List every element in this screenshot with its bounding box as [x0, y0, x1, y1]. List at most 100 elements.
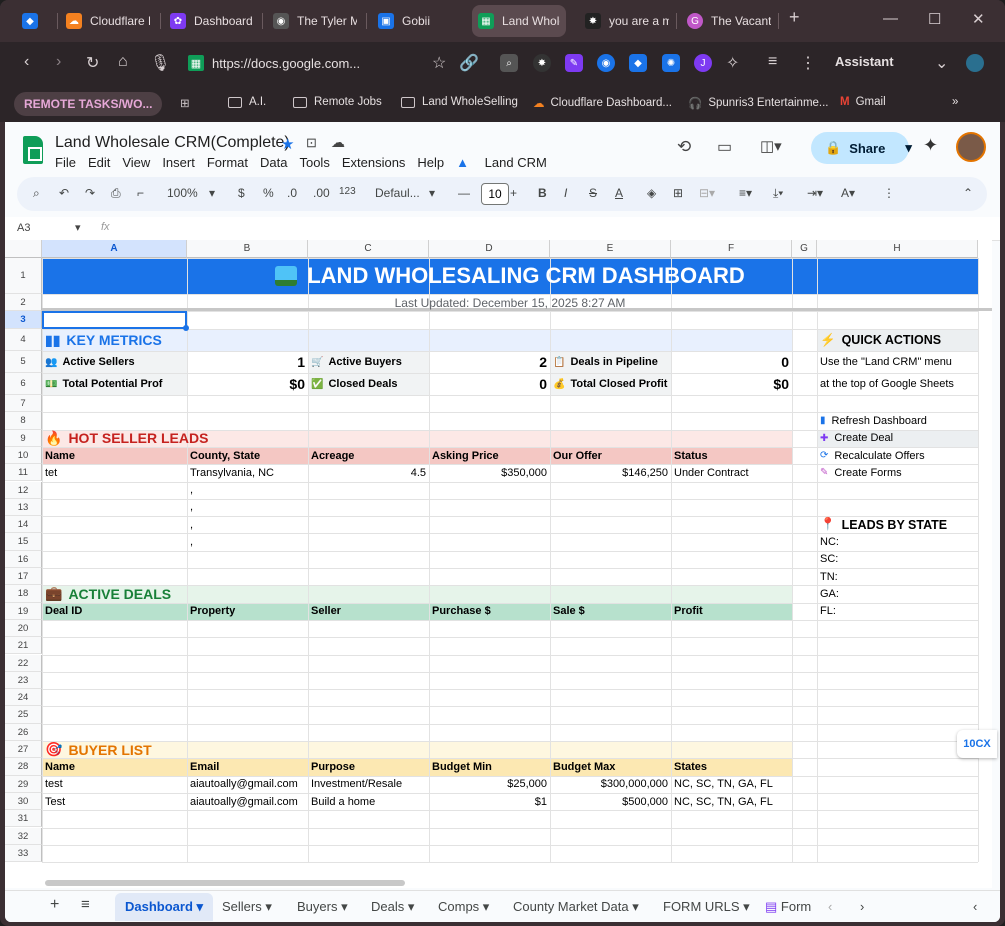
more-icon[interactable]: ⋮ [883, 186, 895, 200]
font-size-input[interactable]: 10 [481, 183, 509, 205]
share-button[interactable]: 🔒 Share ▾ [811, 132, 912, 164]
sheet-tab-dashboard[interactable]: Dashboard ▾ [115, 893, 214, 921]
row-header[interactable]: 11 [5, 464, 42, 482]
menu-format[interactable]: Format [207, 155, 248, 170]
row-header[interactable]: 4 [5, 329, 42, 351]
new-tab-icon[interactable]: + [789, 7, 800, 28]
borders-icon[interactable]: ⊞ [673, 186, 683, 200]
row-header[interactable]: 15 [5, 533, 42, 551]
minimize-icon[interactable]: — [883, 10, 898, 27]
maximize-icon[interactable]: ☐ [928, 10, 941, 28]
row-header[interactable]: 16 [5, 550, 42, 568]
menu-insert[interactable]: Insert [162, 155, 195, 170]
italic-icon[interactable]: I [564, 186, 567, 200]
star-icon[interactable]: ☆ [432, 53, 446, 73]
decrease-decimal-icon[interactable]: .0 [287, 186, 297, 200]
vertical-align-icon[interactable]: ⤓▾ [773, 186, 783, 201]
sheet-tab-deals[interactable]: Deals ▾ [371, 899, 414, 915]
name-box[interactable]: A3 [17, 222, 30, 234]
menu-land-crm[interactable]: ▲ Land CRM [456, 155, 559, 170]
tab-vacant[interactable]: G The Vacant L [687, 5, 771, 37]
add-sheet-icon[interactable]: + [50, 896, 59, 914]
selected-cell[interactable] [42, 311, 187, 329]
row-header[interactable]: 30 [5, 792, 42, 811]
10cx-badge[interactable]: 10CX [957, 730, 997, 758]
tab-gobii[interactable]: ▣ Gobii [378, 5, 430, 37]
row-header[interactable]: 12 [5, 481, 42, 499]
row-header[interactable]: 23 [5, 671, 42, 690]
wrap-icon[interactable]: ⇥▾ [807, 186, 823, 200]
back-icon[interactable]: ‹ [24, 53, 29, 71]
menu-view[interactable]: View [122, 155, 150, 170]
horizontal-scrollbar[interactable] [45, 880, 405, 886]
bookmark-remote-tasks[interactable]: REMOTE TASKS/WO... [14, 92, 163, 116]
tab-you-are[interactable]: ✸ you are a m [585, 5, 669, 37]
align-icon[interactable]: ≡▾ [739, 186, 752, 200]
link-icon[interactable]: 🔗 [459, 53, 479, 73]
chevron-down-icon[interactable]: ▾ [905, 140, 912, 156]
bookmark-folder-ai[interactable]: A.I. [228, 96, 266, 108]
row-header[interactable]: 33 [5, 844, 42, 863]
row-header[interactable]: 19 [5, 602, 42, 620]
bookmark-cloudflare[interactable]: ☁ Cloudflare Dashboard... [533, 96, 672, 110]
row-header[interactable]: 18 [5, 585, 42, 603]
row-header[interactable]: 7 [5, 395, 42, 413]
column-header-b[interactable]: B [187, 240, 308, 258]
mic-icon[interactable]: 🎙 [150, 53, 170, 73]
currency-icon[interactable]: $ [238, 186, 245, 200]
sheet-tab-county[interactable]: County Market Data ▾ [513, 899, 639, 915]
row-header[interactable]: 27 [5, 741, 42, 759]
row-header[interactable]: 17 [5, 568, 42, 586]
bold-icon[interactable]: B [538, 186, 547, 200]
bookmark-folder-land[interactable]: Land WholeSelling [401, 96, 518, 108]
redo-icon[interactable]: ↷ [85, 186, 95, 200]
chevron-down-icon[interactable]: ▾ [209, 186, 215, 200]
home-icon[interactable]: ⌂ [118, 53, 128, 71]
bookmark-folder-remote-jobs[interactable]: Remote Jobs [293, 96, 382, 108]
row-header[interactable]: 31 [5, 810, 42, 828]
menu-data[interactable]: Data [260, 155, 287, 170]
comment-icon[interactable]: ▭ [717, 137, 732, 157]
row-header[interactable]: 20 [5, 619, 42, 638]
column-header-c[interactable]: C [308, 240, 429, 258]
close-icon[interactable]: ✕ [972, 10, 985, 28]
profile-icon[interactable] [966, 54, 984, 72]
row-header[interactable]: 24 [5, 689, 42, 707]
sheet-tab-sellers[interactable]: Sellers ▾ [222, 899, 272, 915]
row-header[interactable]: 3 [5, 311, 42, 329]
search-icon[interactable]: ⌕ [33, 186, 40, 201]
fill-color-icon[interactable]: ◈ [647, 186, 656, 200]
assistant-button[interactable]: Assistant [835, 54, 894, 69]
scroll-right-icon[interactable]: › [860, 899, 864, 914]
search-extension-icon[interactable]: ⌕ [500, 54, 518, 72]
font-select[interactable]: Defaul... [375, 186, 420, 200]
all-sheets-icon[interactable]: ≡ [81, 896, 90, 913]
row-header[interactable]: 14 [5, 516, 42, 534]
increase-decimal-icon[interactable]: .00 [313, 186, 330, 200]
percent-icon[interactable]: % [263, 186, 274, 200]
tab-tyler[interactable]: ◉ The Tyler Mc [273, 5, 357, 37]
sheet-tab-buyers[interactable]: Buyers ▾ [297, 899, 348, 915]
row-header[interactable]: 5 [5, 351, 42, 373]
spreadsheet-grid[interactable]: A B C D E F G H 1 2 3 4 5 6 7 8 9 10 11 12 13 14 15 16 1… [5, 240, 992, 888]
tab-land-wholesale[interactable]: ▦ Land Wholes [472, 5, 566, 37]
meet-icon[interactable]: ◫▾ [760, 137, 782, 155]
sheet-tab-form[interactable]: ▤ Form [765, 899, 811, 915]
chevron-down-icon[interactable]: ▾ [429, 186, 435, 200]
gear-extension-icon[interactable]: ✺ [662, 54, 680, 72]
quick-action-item[interactable]: ✚ Create Deal [817, 430, 978, 447]
sheets-logo-icon[interactable] [23, 136, 43, 164]
column-header-d[interactable]: D [429, 240, 550, 258]
reload-icon[interactable]: ↻ [86, 53, 99, 73]
quick-action-item[interactable]: ⟳ Recalculate Offers [817, 447, 978, 464]
row-header[interactable]: 10 [5, 446, 42, 465]
row-header[interactable]: 6 [5, 373, 42, 395]
openai-extension-icon[interactable]: ✸ [533, 54, 551, 72]
row-header[interactable]: 32 [5, 827, 42, 845]
menu-edit[interactable]: Edit [88, 155, 110, 170]
decrease-font-icon[interactable]: — [458, 186, 470, 200]
text-color-icon[interactable]: A [615, 186, 623, 200]
tab-cloudflare[interactable]: ☁ Cloudflare D [66, 5, 150, 37]
strikethrough-icon[interactable]: S [589, 186, 597, 200]
menu-file[interactable]: File [55, 155, 76, 170]
